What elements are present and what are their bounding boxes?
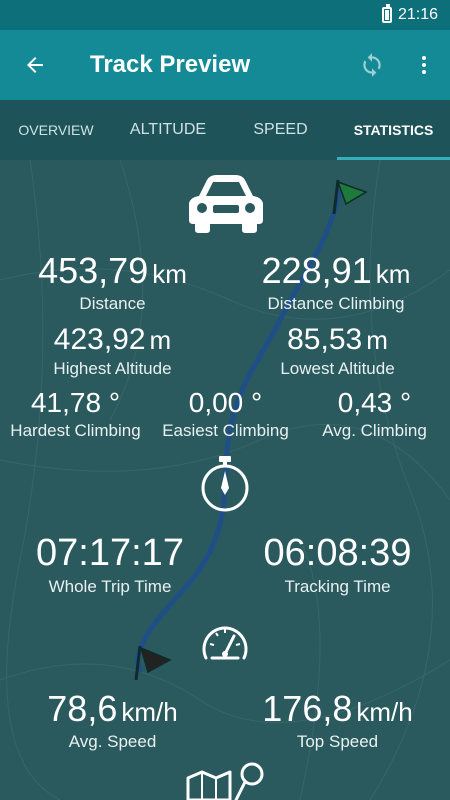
app-bar: Track Preview xyxy=(0,30,450,100)
highest-altitude-value: 423,92 m xyxy=(53,323,172,356)
distance-climbing-label: Distance Climbing xyxy=(267,294,405,313)
distance-value: 453,79 km xyxy=(38,250,187,291)
avg-speed-value: 78,6 km/h xyxy=(47,688,178,729)
stat-tracking-time: 06:08:39 Tracking Time xyxy=(240,532,435,597)
arrow-left-icon xyxy=(27,57,43,73)
stat-distance: 453,79 km Distance xyxy=(15,250,210,314)
distance-label: Distance xyxy=(79,294,146,313)
stat-hardest-climbing: 41,78 ° Hardest Climbing xyxy=(3,387,148,441)
car-icon xyxy=(189,175,263,233)
battery-icon xyxy=(381,4,392,23)
tab-statistics[interactable]: STATISTICS xyxy=(337,100,450,160)
stat-highest-altitude: 423,92 m Highest Altitude xyxy=(20,323,205,379)
lowest-altitude-value: 85,53 m xyxy=(287,323,388,356)
tab-bar: OVERVIEW ALTITUDE SPEED STATISTICS xyxy=(0,100,450,160)
stat-easiest-climbing: 0,00 ° Easiest Climbing xyxy=(153,387,298,441)
back-button[interactable] xyxy=(0,30,70,100)
avg-speed-label: Avg. Speed xyxy=(68,732,157,751)
speedometer-icon xyxy=(202,626,248,660)
stat-whole-trip-time: 07:17:17 Whole Trip Time xyxy=(15,532,205,597)
more-vert-icon xyxy=(422,56,426,74)
tab-altitude[interactable]: ALTITUDE xyxy=(112,100,224,160)
page-title: Track Preview xyxy=(90,51,251,78)
tab-speed[interactable]: SPEED xyxy=(224,100,337,160)
easiest-climbing-label: Easiest Climbing xyxy=(162,421,289,440)
tab-overview[interactable]: OVERVIEW xyxy=(0,100,112,160)
tracking-time-label: Tracking Time xyxy=(284,577,391,596)
stat-top-speed: 176,8 km/h Top Speed xyxy=(240,688,435,752)
easiest-climbing-value: 0,00 ° xyxy=(188,387,263,418)
tracking-time-value: 06:08:39 xyxy=(263,532,412,574)
sync-icon xyxy=(363,53,381,77)
top-speed-value: 176,8 km/h xyxy=(262,688,413,729)
highest-altitude-label: Highest Altitude xyxy=(53,359,172,378)
status-time: 21:16 xyxy=(397,6,438,23)
whole-trip-time-value: 07:17:17 xyxy=(36,532,184,574)
whole-trip-time-label: Whole Trip Time xyxy=(48,577,172,596)
hardest-climbing-value: 41,78 ° xyxy=(30,387,121,418)
hardest-climbing-label: Hardest Climbing xyxy=(10,421,141,440)
stat-avg-climbing: 0,43 ° Avg. Climbing xyxy=(302,387,447,441)
app-bar-actions xyxy=(346,30,450,100)
lowest-altitude-label: Lowest Altitude xyxy=(280,359,395,378)
sync-button[interactable] xyxy=(346,30,398,100)
statistics-panel: 453,79 km Distance 228,91 km Distance Clim… xyxy=(0,160,450,800)
top-speed-label: Top Speed xyxy=(296,732,379,751)
map-pin-icon xyxy=(186,762,264,800)
avg-climbing-label: Avg. Climbing xyxy=(322,421,427,440)
stat-lowest-altitude: 85,53 m Lowest Altitude xyxy=(240,323,435,379)
avg-climbing-value: 0,43 ° xyxy=(337,387,412,418)
stat-avg-speed: 78,6 km/h Avg. Speed xyxy=(25,688,200,752)
stat-distance-climbing: 228,91 km Distance Climbing xyxy=(236,250,436,314)
stopwatch-icon xyxy=(201,456,249,512)
distance-climbing-value: 228,91 km xyxy=(261,250,411,291)
more-options-button[interactable] xyxy=(398,30,450,100)
status-bar: 21:16 xyxy=(0,0,450,30)
